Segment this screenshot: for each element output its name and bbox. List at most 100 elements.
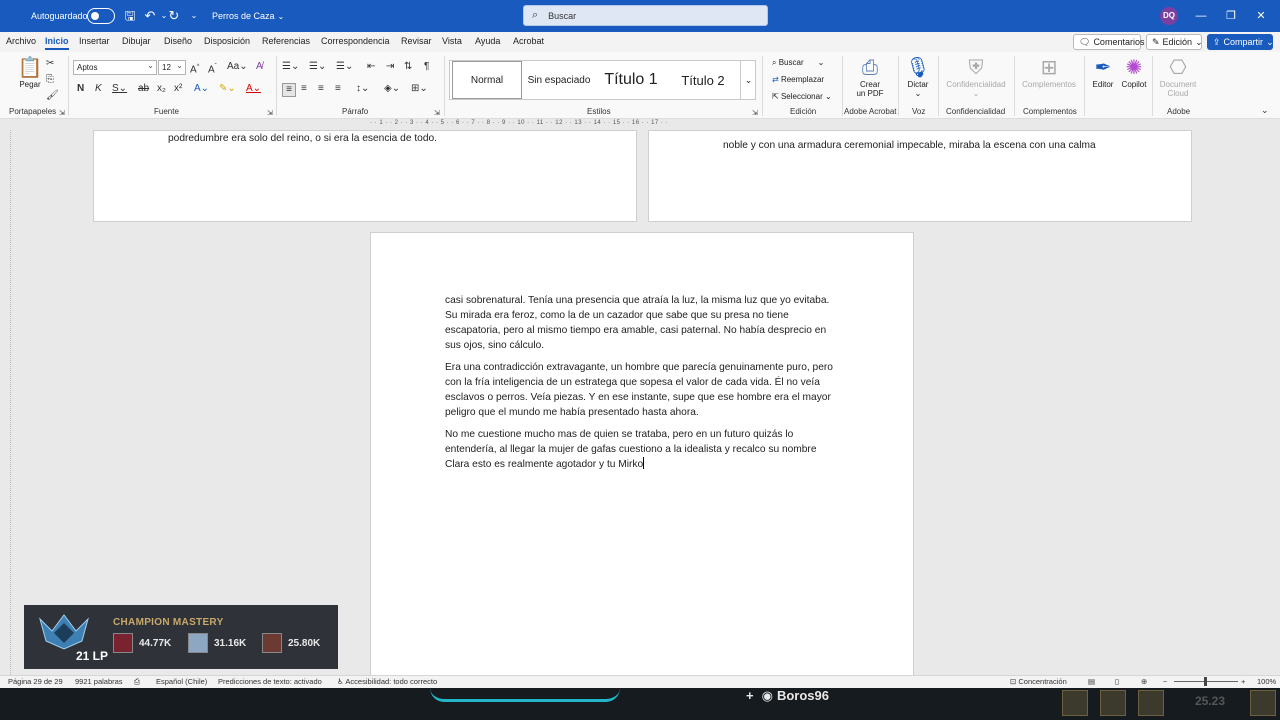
read-mode-icon[interactable]: ▤ <box>1088 677 1095 686</box>
select-button[interactable]: ⇱ Seleccionar ⌄ <box>772 92 832 101</box>
addins-button[interactable]: ⊞ Complementos <box>1018 56 1080 89</box>
subscript-icon[interactable]: x₂ <box>157 83 166 95</box>
style-heading-2[interactable]: Título 2 <box>668 61 738 99</box>
text-predictions-status[interactable]: Predicciones de texto: activado <box>218 677 322 686</box>
language-status[interactable]: Español (Chile) <box>156 677 207 686</box>
page-body[interactable]: casi sobrenatural. Tenía una presencia q… <box>445 293 841 479</box>
tab-inicio[interactable]: Inicio <box>45 36 69 50</box>
format-painter-icon[interactable]: 🖌 <box>46 90 59 102</box>
show-marks-icon[interactable]: ¶ <box>424 61 429 73</box>
style-heading-1[interactable]: Título 1 <box>596 61 666 99</box>
page-count[interactable]: Página 29 de 29 <box>8 677 63 686</box>
highlight-icon[interactable]: ✎⌄ <box>219 83 236 95</box>
dictate-button[interactable]: 🎙 Dictar ⌄ <box>904 56 932 98</box>
close-icon[interactable]: ✕ <box>1248 0 1274 32</box>
customize-toolbar-icon[interactable]: ⌄ <box>186 8 202 24</box>
styles-group-label: Estilos <box>587 107 611 116</box>
create-pdf-button[interactable]: ⎙ Crear un PDF <box>852 56 888 98</box>
tab-acrobat[interactable]: Acrobat <box>513 36 544 46</box>
tab-referencias[interactable]: Referencias <box>262 36 310 46</box>
find-button[interactable]: ⌕ Buscar ⌄ <box>772 58 824 68</box>
align-left-icon[interactable]: ≡ <box>282 83 296 97</box>
word-count[interactable]: 9921 palabras <box>75 677 123 686</box>
styles-more-icon[interactable]: ⌄ <box>740 61 756 99</box>
acrobat-icon: ⎔ <box>1169 57 1187 79</box>
zoom-out-icon[interactable]: − <box>1163 677 1167 686</box>
edit-mode-button[interactable]: ✎ Edición ⌄ <box>1146 34 1203 50</box>
multilevel-list-icon[interactable]: ☰⌄ <box>336 61 353 73</box>
sensitivity-button[interactable]: ⛨ Confidencialidad ⌄ <box>942 56 1010 98</box>
search-input[interactable]: ⌕ Buscar <box>523 5 768 26</box>
text-effects-icon[interactable]: A⌄ <box>194 83 209 95</box>
mic-icon[interactable] <box>1138 690 1164 716</box>
redo-icon[interactable]: ↻ <box>166 8 182 24</box>
tab-dibujar[interactable]: Dibujar <box>122 36 151 46</box>
save-icon[interactable]: 🖫 <box>122 8 138 24</box>
editor-button[interactable]: ✒ Editor <box>1089 56 1117 89</box>
comments-button[interactable]: 🗨 Comentarios <box>1073 34 1144 50</box>
bold-icon[interactable]: N <box>77 83 84 95</box>
underline-icon[interactable]: S⌄ <box>112 83 127 95</box>
restore-icon[interactable]: ❐ <box>1218 0 1244 32</box>
line-spacing-icon[interactable]: ↕⌄ <box>356 83 369 95</box>
tab-ayuda[interactable]: Ayuda <box>475 36 500 46</box>
page-main[interactable]: casi sobrenatural. Tenía una presencia q… <box>370 232 914 682</box>
zoom-level[interactable]: 100% <box>1257 677 1276 686</box>
share-button[interactable]: ⇪ Compartir ⌄ <box>1207 34 1274 50</box>
page-top-left[interactable]: podredumbre era solo del reino, o si era… <box>93 130 637 222</box>
increase-indent-icon[interactable]: ⇥ <box>386 61 394 73</box>
web-layout-icon[interactable]: ⊕ <box>1141 677 1147 686</box>
accessibility-status[interactable]: ♿ Accesibilidad: todo correcto <box>337 677 437 686</box>
clear-format-icon[interactable]: A̸ <box>256 61 263 73</box>
inbox-icon[interactable] <box>1100 690 1126 716</box>
cut-icon[interactable]: ✂ <box>46 58 54 70</box>
settings-icon[interactable] <box>1250 690 1276 716</box>
font-size-select[interactable]: 12 <box>158 59 186 75</box>
avatar[interactable]: DQ <box>1160 7 1178 25</box>
bullets-icon[interactable]: ☰⌄ <box>282 61 299 73</box>
minimize-icon[interactable]: — <box>1188 0 1214 32</box>
chat-icon[interactable] <box>1062 690 1088 716</box>
zoom-in-icon[interactable]: + <box>1241 677 1245 686</box>
focus-mode-button[interactable]: ⊡ Concentración <box>1010 677 1067 686</box>
font-family-select[interactable]: Aptos <box>73 59 157 75</box>
page-top-right[interactable]: noble y con una armadura ceremonial impe… <box>648 130 1192 222</box>
style-no-spacing[interactable]: Sin espaciado <box>524 61 594 99</box>
shading-icon[interactable]: ◈⌄ <box>384 83 400 95</box>
paragraph: No me cuestione mucho mas de quien se tr… <box>445 427 841 472</box>
collapse-ribbon-icon[interactable]: ⌄ <box>1261 104 1269 116</box>
superscript-icon[interactable]: x² <box>174 83 182 95</box>
borders-icon[interactable]: ⊞⌄ <box>411 83 428 95</box>
champion-1: 44.77K <box>113 633 171 653</box>
align-right-icon[interactable]: ≡ <box>318 83 324 95</box>
copy-icon[interactable]: ⎘ <box>46 74 54 86</box>
print-layout-icon[interactable]: ▯ <box>1115 677 1119 686</box>
strikethrough-icon[interactable]: ab <box>138 83 149 95</box>
tab-insertar[interactable]: Insertar <box>79 36 110 46</box>
tab-revisar[interactable]: Revisar <box>401 36 432 46</box>
tab-disposicion[interactable]: Disposición <box>204 36 250 46</box>
justify-icon[interactable]: ≡ <box>335 83 341 95</box>
paste-button[interactable]: 📋 Pegar <box>16 56 44 89</box>
tab-archivo[interactable]: Archivo <box>6 36 36 46</box>
sort-icon[interactable]: ⇅ <box>404 61 412 73</box>
document-title[interactable]: Perros de Caza ⌄ <box>212 0 284 32</box>
change-case-icon[interactable]: Aa⌄ <box>227 61 248 73</box>
tab-vista[interactable]: Vista <box>442 36 462 46</box>
proofing-icon[interactable]: ⎙ <box>134 677 140 687</box>
style-normal[interactable]: Normal <box>452 61 522 99</box>
italic-icon[interactable]: K <box>95 83 102 95</box>
replace-button[interactable]: ⇄ Reemplazar <box>772 75 824 84</box>
copilot-button[interactable]: ✺ Copilot <box>1119 56 1149 89</box>
decrease-indent-icon[interactable]: ⇤ <box>367 61 375 73</box>
tab-correspondencia[interactable]: Correspondencia <box>321 36 390 46</box>
align-center-icon[interactable]: ≡ <box>301 83 307 95</box>
zoom-slider-handle[interactable] <box>1204 677 1207 686</box>
document-cloud-button[interactable]: ⎔ Document Cloud <box>1156 56 1200 98</box>
numbering-icon[interactable]: ☰⌄ <box>309 61 326 73</box>
tab-diseno[interactable]: Diseño <box>164 36 192 46</box>
font-color-icon[interactable]: A⌄ <box>246 83 261 95</box>
grow-font-icon[interactable]: A^ <box>190 61 200 76</box>
autosave-toggle[interactable] <box>87 8 115 24</box>
shrink-font-icon[interactable]: Aˇ <box>208 61 217 76</box>
